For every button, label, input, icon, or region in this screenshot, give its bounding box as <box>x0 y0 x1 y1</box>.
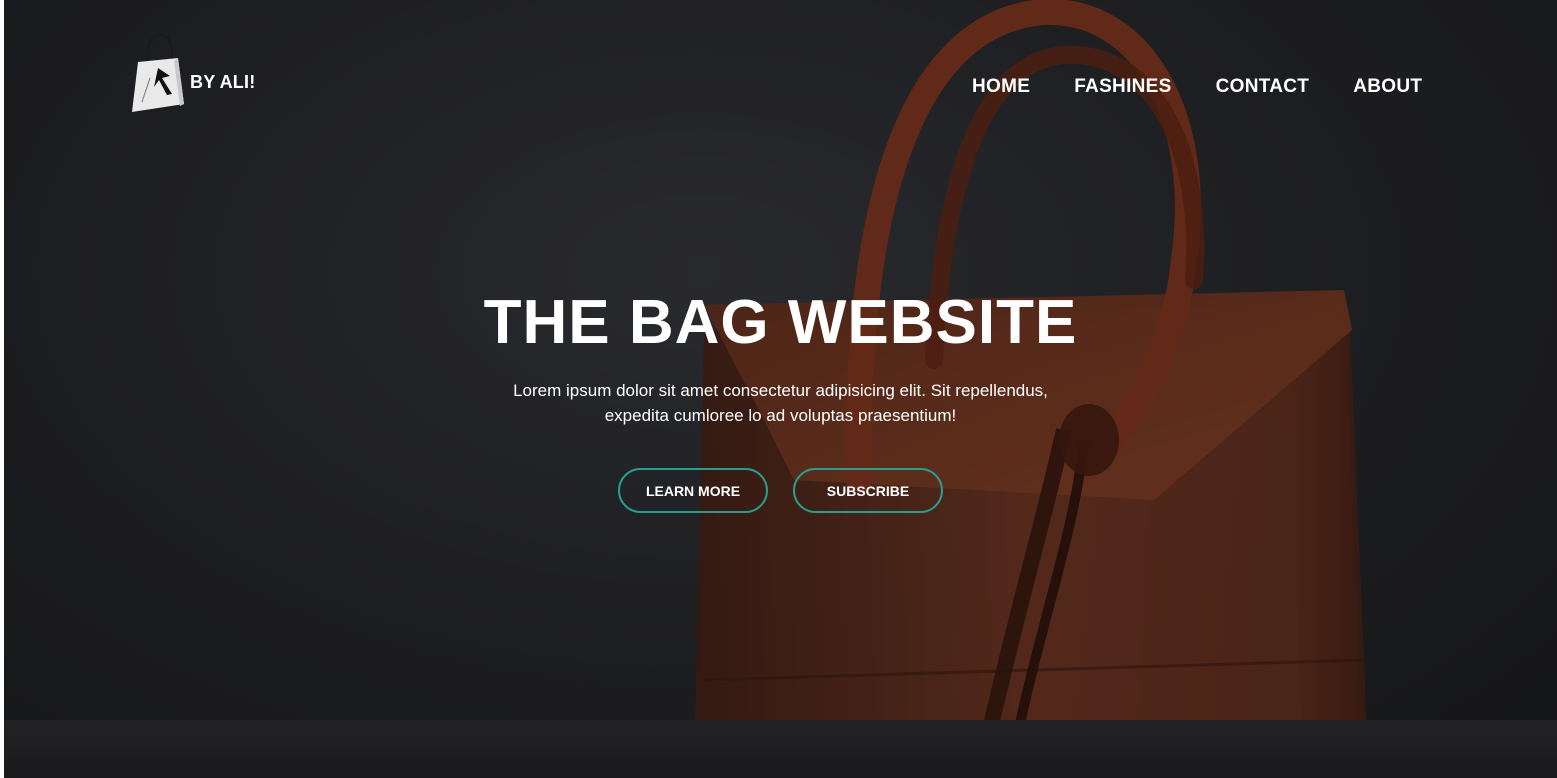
nav-item-contact[interactable]: CONTACT <box>1216 76 1310 98</box>
subscribe-button[interactable]: SUBSCRIBE <box>793 468 943 513</box>
hero-section: BY ALI! HOME FASHINES CONTACT ABOUT THE … <box>4 0 1557 778</box>
shopping-bag-icon <box>132 32 184 112</box>
nav-item-fashines[interactable]: FASHINES <box>1074 76 1171 98</box>
logo-text: BY ALI! <box>190 71 256 92</box>
learn-more-button[interactable]: LEARN MORE <box>618 468 768 513</box>
hero-buttons: LEARN MORE SUBSCRIBE <box>4 468 1557 513</box>
site-header: BY ALI! HOME FASHINES CONTACT ABOUT <box>4 0 1557 140</box>
site-logo[interactable]: BY ALI! <box>128 32 255 114</box>
hero-title: THE BAG WEBSITE <box>483 288 1078 357</box>
nav-item-about[interactable]: ABOUT <box>1353 76 1422 98</box>
floor-shadow <box>4 720 1557 778</box>
hero-content: THE BAG WEBSITE Lorem ipsum dolor sit am… <box>4 285 1557 513</box>
hero-description: Lorem ipsum dolor sit amet consectetur a… <box>513 381 1048 425</box>
main-nav: HOME FASHINES CONTACT ABOUT <box>972 76 1422 98</box>
nav-item-home[interactable]: HOME <box>972 76 1030 98</box>
